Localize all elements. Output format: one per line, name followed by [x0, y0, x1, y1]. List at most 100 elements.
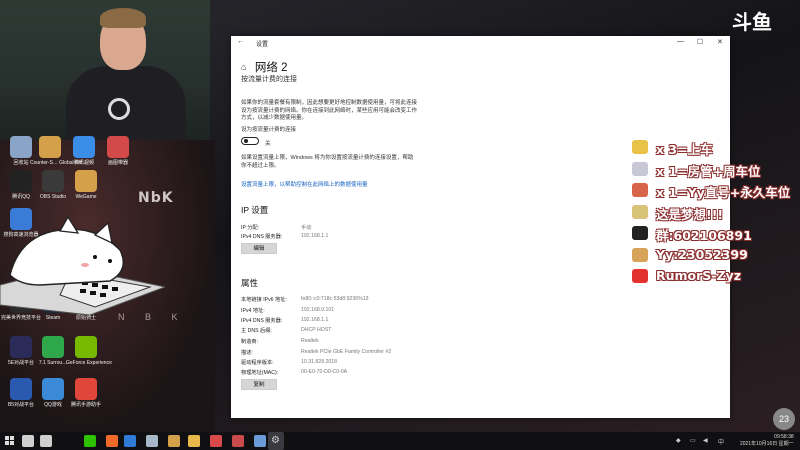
desktop-icon-label: 画图带器 — [107, 160, 128, 166]
qq-penguin-icon — [632, 226, 648, 240]
obs-icon — [42, 170, 64, 192]
property-value: 00-E0-70-D0-C0-0A — [301, 369, 348, 375]
property-key: 主 DNS 后缀: — [241, 328, 272, 334]
5e-icon — [10, 336, 32, 358]
nbk-logo-text: NbK — [138, 190, 174, 206]
overlay-item: Yy:23052399 — [632, 246, 800, 266]
property-key: IPv4 地址: — [241, 308, 265, 314]
task-view-icon[interactable] — [40, 435, 52, 447]
property-value: Realtek PCIe GbE Family Controller #2 — [301, 349, 392, 355]
overlay-text: 群:602106891 — [656, 228, 752, 243]
qq-icon — [10, 170, 32, 192]
shirt-logo — [108, 98, 130, 120]
douyu-watermark: 斗鱼 — [732, 10, 772, 34]
overlay-text: x 3=上车 — [656, 142, 713, 157]
ip-row: IP 分配: 手动 — [241, 224, 311, 231]
file-explorer-icon[interactable] — [188, 435, 200, 447]
desktop-icon-label: 原始骑士 — [75, 315, 96, 321]
qq-game-icon — [42, 378, 64, 400]
window-title: 设置 — [256, 42, 269, 48]
clock-time: 09:58:38 — [774, 434, 794, 440]
edge-icon[interactable] — [124, 435, 136, 447]
overlay-item: x 3=上车 — [632, 138, 800, 158]
tencent-video-icon — [73, 136, 95, 158]
title-bar[interactable]: ← 设置 — ☐ ✕ — [231, 36, 730, 50]
b5-icon — [10, 378, 32, 400]
metered-intro-line: 如果你的流量套餐有限制，因此想要更好地控制数据使用量，可将此连接 — [241, 100, 418, 106]
desktop-icon[interactable]: 腾讯手游助手 — [66, 378, 106, 408]
desktop-icon[interactable]: GeForce Experience — [66, 336, 112, 366]
overlay-item: RumorS-Zyz — [632, 267, 800, 287]
back-arrow-icon[interactable]: ← — [237, 38, 244, 45]
settings-icon[interactable]: ⚙ — [268, 432, 284, 450]
metered-toggle-state: 关 — [265, 141, 271, 147]
desktop-icon-label: 腾讯手游助手 — [70, 402, 101, 408]
property-key: IPv4 DNS 服务器: — [241, 318, 283, 324]
property-value: 192.168.1.1 — [301, 317, 329, 323]
ip-row-key: IPv4 DNS 服务器: — [241, 234, 283, 240]
desktop-icon-label: GeForce Experience — [66, 360, 112, 366]
property-value: DHCP HOST — [301, 327, 332, 333]
overlay-text: 这是梦想!!! — [656, 206, 724, 222]
tray-shield-icon[interactable]: ◆ — [676, 437, 681, 444]
properties-heading: 属性 — [241, 278, 259, 288]
property-row: IPv4 DNS 服务器: 192.168.1.1 — [241, 317, 328, 324]
ip-row-value: 手动 — [301, 225, 312, 231]
ip-row-key: IP 分配: — [241, 225, 260, 231]
data-limit-note: 如果设置流量上限，Windows 将为你设置按流量计费的连接设置，帮助 你不超过… — [241, 155, 441, 170]
gold-bar-icon — [632, 140, 648, 154]
tray-volume-icon[interactable]: ◀ — [703, 437, 708, 444]
property-value: fe80::c0:718c:53d8:9236%13 — [301, 296, 369, 302]
steam-icon[interactable] — [254, 435, 266, 447]
tray-language[interactable]: 中 — [718, 437, 724, 446]
desktop-icon[interactable]: WeGame — [66, 170, 106, 200]
tencent-mobile-icon — [75, 378, 97, 400]
overlay-text: Yy:23052399 — [656, 246, 748, 262]
property-key: 描述: — [241, 350, 253, 356]
csgo-icon[interactable] — [168, 435, 180, 447]
property-key: 制造商: — [241, 339, 259, 345]
overlay-item: x 1=房管+周车位 — [632, 160, 800, 180]
property-row: IPv4 地址: 192.168.0.101 — [241, 307, 334, 314]
overlay-item: 群:602106891 — [632, 224, 800, 244]
yy-bear-icon — [632, 247, 648, 262]
csgo-icon — [39, 136, 61, 158]
ip-settings-heading: IP 设置 — [241, 205, 269, 215]
data-limit-link[interactable]: 设置流量上限，以帮助控制在此网络上的数据使用量 — [241, 180, 368, 188]
steam-icon[interactable] — [146, 435, 158, 447]
property-row: 制造商: Realtek — [241, 338, 319, 345]
minimize-icon[interactable]: — — [677, 38, 684, 45]
maximize-icon[interactable]: ☐ — [697, 38, 703, 46]
ip-row-value: 192.168.1.1 — [301, 233, 329, 239]
property-row: 主 DNS 后缀: DHCP HOST — [241, 327, 331, 334]
windows-start-icon[interactable] — [5, 436, 14, 445]
game-icon[interactable] — [232, 435, 244, 447]
overlay-text: x 1=Yy直号+永久车位 — [656, 185, 791, 200]
tray-network-icon[interactable]: ▭ — [690, 437, 696, 444]
copy-button[interactable]: 复制 — [241, 379, 277, 390]
property-row: 描述: Realtek PCIe GbE Family Controller #2 — [241, 349, 391, 356]
video-icon[interactable] — [210, 435, 222, 447]
metered-intro-line: 设为按流量计费的网络。你在连接到此网络时，某些应用可能会改变工作 — [241, 107, 418, 114]
metered-subheading: 按流量计费的连接 — [241, 76, 297, 83]
rocket-icon — [632, 183, 648, 197]
close-icon[interactable]: ✕ — [717, 38, 723, 46]
home-icon[interactable]: ⌂ — [241, 62, 246, 72]
douyu-icon[interactable] — [106, 435, 118, 447]
recycle-bin-icon — [10, 136, 32, 158]
metered-toggle[interactable] — [241, 137, 259, 145]
property-row: 驱动程序版本: 10.31.828.2018 — [241, 359, 337, 366]
streamer-hair — [100, 8, 146, 28]
cat-keyboard-sticker — [0, 215, 165, 315]
search-icon[interactable] — [22, 435, 34, 447]
data-limit-note-line: 你不超过上限。 — [241, 162, 280, 169]
wechat-icon[interactable] — [84, 435, 96, 447]
desktop-icon[interactable]: 画图带器 — [98, 136, 138, 166]
edit-button[interactable]: 编辑 — [241, 243, 277, 254]
geforce-icon — [75, 336, 97, 358]
airplane-icon — [632, 161, 648, 176]
overlay-item: 这是梦想!!! — [632, 203, 800, 223]
clock-date: 2021年10月16日 星期一 — [740, 441, 794, 447]
viewer-badge: 23 — [773, 408, 795, 430]
taskbar-clock[interactable]: 09:58:38 2021年10月16日 星期一 — [740, 434, 794, 448]
